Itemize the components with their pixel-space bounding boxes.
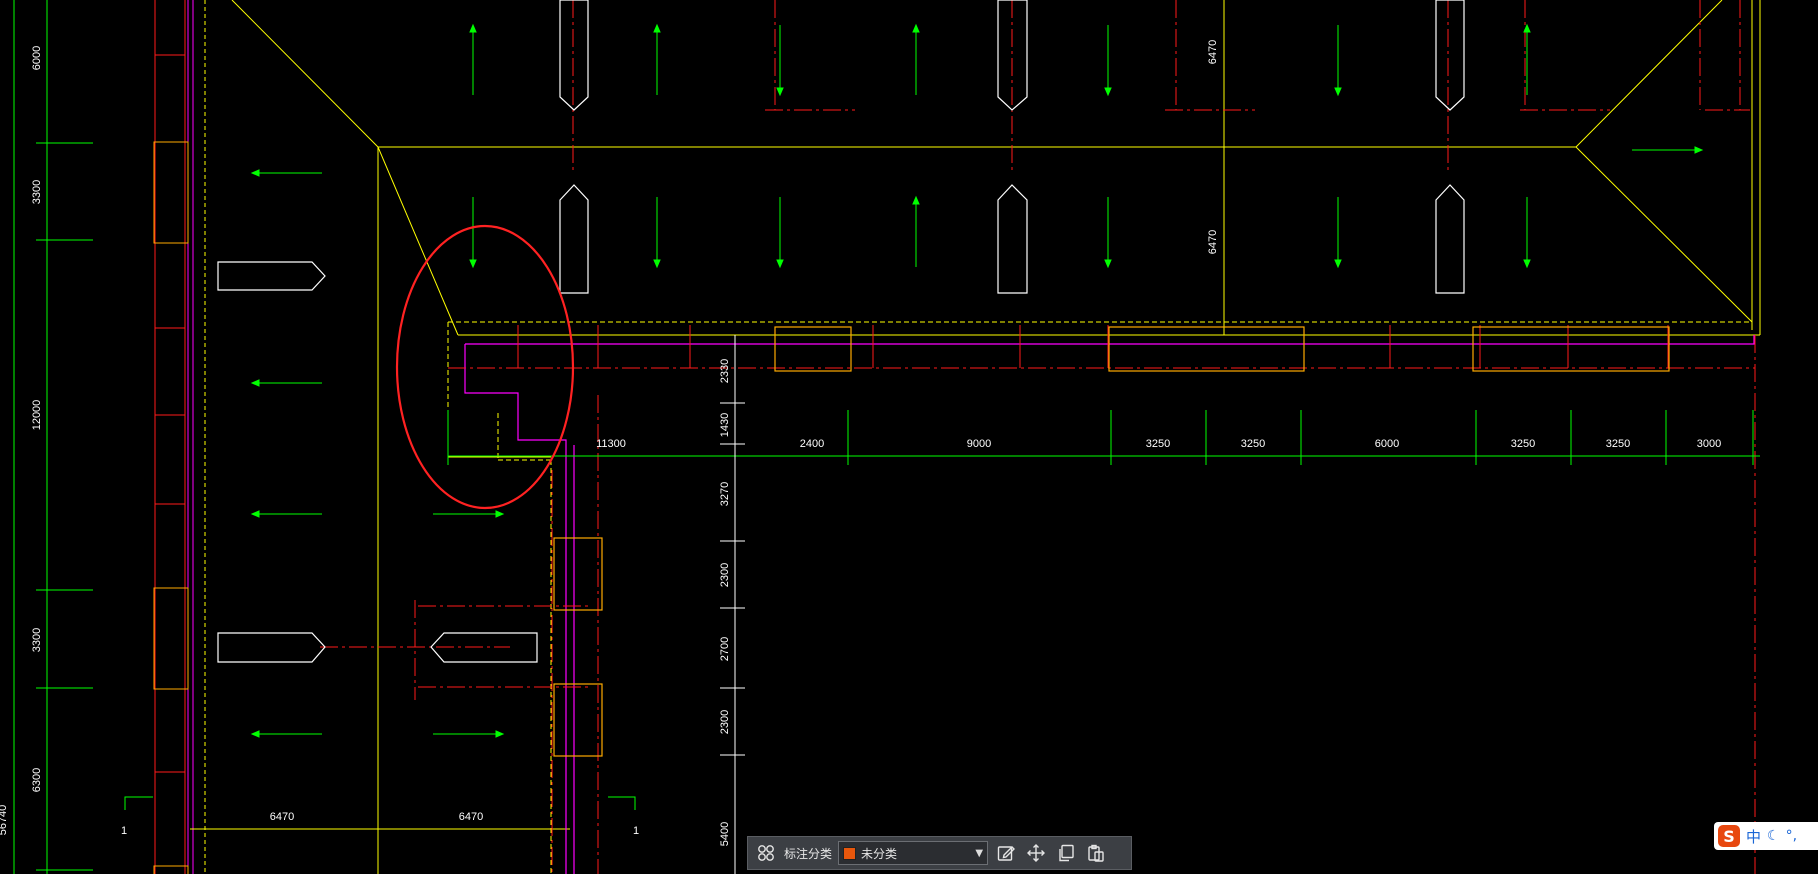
- edit-icon[interactable]: [994, 841, 1018, 865]
- dim-top-3: 3250: [1146, 438, 1170, 450]
- grid-icon[interactable]: [754, 841, 778, 865]
- dim-top-0: 11300: [596, 438, 626, 450]
- dim-bottom-0: 6470: [270, 811, 294, 823]
- dim-inner-6: 5400: [719, 822, 731, 846]
- dim-top-4: 3250: [1241, 438, 1265, 450]
- dim-inner-1: 1430: [719, 413, 731, 437]
- dim-top-6: 3250: [1511, 438, 1535, 450]
- paste-icon[interactable]: [1084, 841, 1108, 865]
- dim-inner-3: 2300: [719, 563, 731, 587]
- cad-drawing-canvas[interactable]: 11300 2400 9000 3250 3250 6000 3250 3250…: [0, 0, 1818, 874]
- annotation-toolbar: 标注分类 未分类 ▼: [747, 836, 1132, 870]
- section-mark-right: 1: [633, 825, 639, 837]
- caret-down-icon: ▼: [975, 847, 984, 859]
- dim-top-2: 9000: [967, 438, 991, 450]
- ime-language-toggle[interactable]: 中: [1746, 826, 1761, 847]
- section-mark-left: 1: [121, 825, 127, 837]
- category-value: 未分类: [861, 846, 898, 861]
- dim-left-0: 6000: [31, 46, 43, 70]
- dim-left-edge: 56740: [0, 805, 9, 836]
- dim-ramp-1: 6470: [1207, 230, 1219, 254]
- ime-logo-icon[interactable]: S: [1718, 825, 1740, 847]
- dim-top-1: 2400: [800, 438, 824, 450]
- copy-icon[interactable]: [1054, 841, 1078, 865]
- dim-inner-0: 2330: [719, 359, 731, 383]
- category-dropdown[interactable]: 未分类 ▼: [838, 841, 989, 865]
- moon-icon[interactable]: ☾: [1767, 828, 1780, 844]
- move-icon[interactable]: [1024, 841, 1048, 865]
- dim-left-3: 3300: [31, 628, 43, 652]
- dim-top-5: 6000: [1375, 438, 1399, 450]
- category-color-swatch: [843, 846, 857, 860]
- dim-top-8: 3000: [1697, 438, 1721, 450]
- dim-bottom-1: 6470: [459, 811, 483, 823]
- dim-inner-2: 3270: [719, 482, 731, 506]
- dim-left-4: 6300: [31, 768, 43, 792]
- dim-left-2: 12000: [31, 400, 43, 431]
- category-label: 标注分类: [784, 846, 833, 861]
- dim-top-7: 3250: [1606, 438, 1630, 450]
- dim-left-1: 3300: [31, 180, 43, 204]
- dim-inner-5: 2300: [719, 710, 731, 734]
- dim-ramp-0: 6470: [1207, 40, 1219, 64]
- ime-status-bar[interactable]: S 中 ☾ °,: [1714, 822, 1818, 850]
- dim-inner-4: 2700: [719, 637, 731, 661]
- ime-punctuation-toggle[interactable]: °,: [1786, 828, 1797, 844]
